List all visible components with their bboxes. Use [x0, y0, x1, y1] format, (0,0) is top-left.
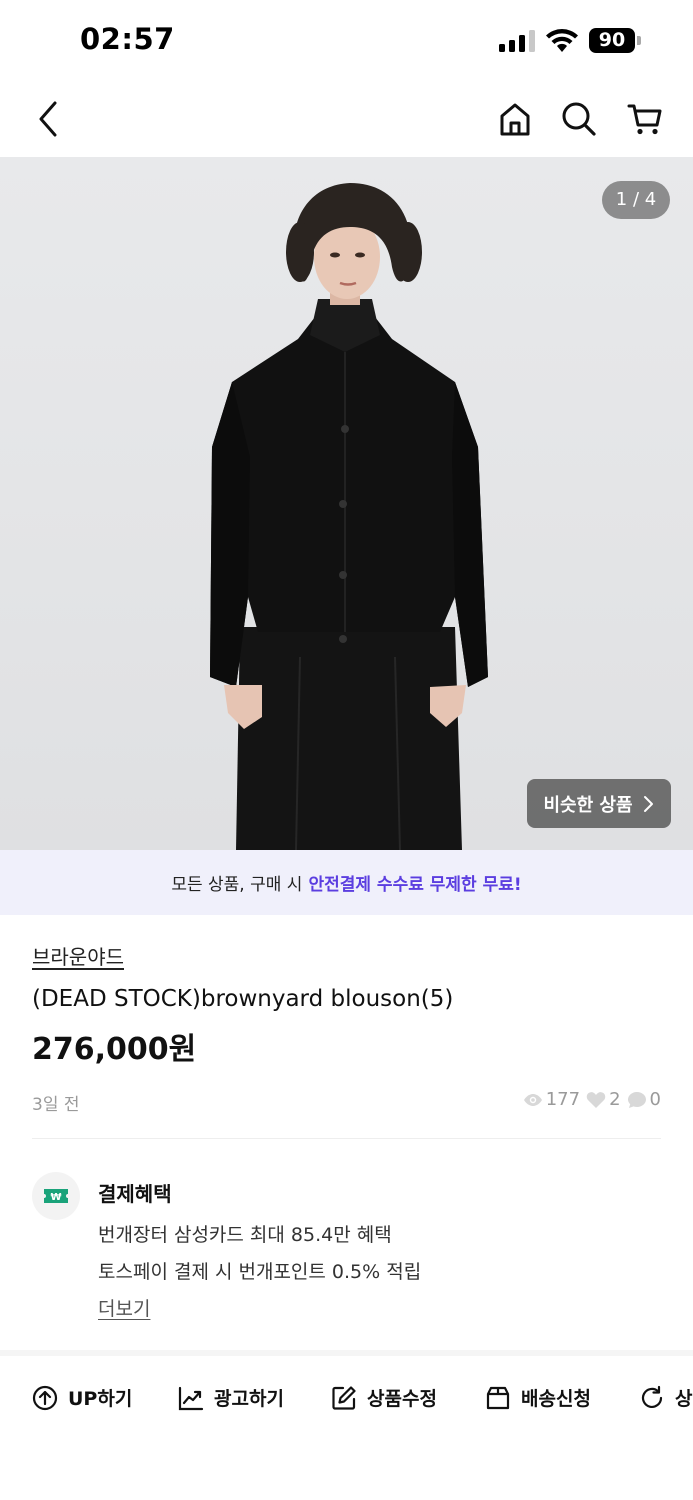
chevron-left-icon: [39, 101, 57, 137]
product-title: (DEAD STOCK)brownyard blouson(5): [32, 986, 454, 1012]
likes-stat: 2: [586, 1089, 621, 1110]
promo-text: 모든 상품, 구매 시: [171, 875, 303, 895]
product-stats: 177 2 0: [523, 1089, 661, 1110]
benefit-title: 결제혜택: [98, 1182, 172, 1206]
cart-button[interactable]: [622, 96, 668, 142]
home-icon: [500, 103, 530, 136]
top-nav-bar: [0, 80, 693, 157]
posted-time: 3일 전: [32, 1095, 80, 1115]
promo-highlight: 안전결제 수수료 무제한 무료!: [308, 875, 522, 895]
advertise-button[interactable]: 광고하기: [178, 1384, 284, 1411]
edit-product-label: 상품수정: [367, 1388, 437, 1410]
signal-icon: [499, 30, 535, 52]
similar-products-button[interactable]: 비슷한 상품: [527, 779, 671, 828]
more-link[interactable]: 더보기: [98, 1294, 150, 1321]
advertise-label: 광고하기: [214, 1388, 284, 1410]
home-button[interactable]: [492, 96, 538, 142]
promo-banner[interactable]: 모든 상품, 구매 시 안전결제 수수료 무제한 무료!: [0, 850, 693, 915]
benefit-line: 토스페이 결제 시 번개포인트 0.5% 적립: [98, 1261, 422, 1283]
trend-chart-icon: [178, 1386, 204, 1410]
search-button[interactable]: [556, 96, 602, 142]
image-counter: 1 / 4: [602, 181, 670, 219]
chats-stat: 0: [627, 1089, 661, 1110]
heart-icon: [586, 1091, 606, 1108]
battery-level: 90: [589, 28, 635, 53]
box-icon: [486, 1386, 510, 1409]
likes-count: 2: [609, 1089, 621, 1110]
payment-benefit-icon: ₩: [32, 1172, 80, 1220]
refresh-product-button[interactable]: 상: [639, 1384, 692, 1411]
refresh-product-label: 상: [675, 1388, 693, 1410]
shipping-request-button[interactable]: 배송신청: [485, 1384, 591, 1411]
store-name-link[interactable]: 브라운야드: [32, 941, 124, 970]
product-image-carousel[interactable]: 1 / 4 비슷한 상품: [0, 157, 693, 850]
wifi-icon: [546, 29, 578, 52]
cart-icon: [627, 104, 662, 135]
eye-icon: [523, 1093, 542, 1106]
refresh-icon: [641, 1385, 663, 1408]
chevron-right-icon: [643, 795, 653, 812]
search-icon: [562, 102, 596, 136]
up-label: UP하기: [68, 1388, 133, 1410]
won-coupon-icon: ₩: [44, 1189, 68, 1203]
similar-products-label: 비슷한 상품: [543, 794, 633, 816]
edit-icon: [332, 1385, 356, 1410]
views-stat: 177: [523, 1089, 580, 1110]
arrow-up-circle-icon: [32, 1385, 58, 1410]
status-bar: 02:57 90: [0, 0, 693, 80]
chat-bubble-icon: [627, 1091, 646, 1108]
status-time: 02:57: [80, 22, 175, 56]
won-symbol: ₩: [50, 1192, 61, 1203]
chats-count: 0: [649, 1089, 661, 1110]
product-photo: [210, 183, 488, 850]
divider: [32, 1138, 661, 1139]
seller-action-bar: UP하기 광고하기 상품수정 배송신청 상: [0, 1356, 693, 1446]
back-button[interactable]: [26, 96, 72, 142]
shipping-request-label: 배송신청: [521, 1388, 591, 1410]
benefit-line: 번개장터 삼성카드 최대 85.4만 혜택: [98, 1224, 392, 1246]
edit-product-button[interactable]: 상품수정: [331, 1384, 437, 1411]
battery-icon: 90: [589, 28, 641, 53]
product-price: 276,000원: [32, 1032, 197, 1067]
views-count: 177: [545, 1089, 581, 1110]
up-button[interactable]: UP하기: [32, 1384, 132, 1411]
